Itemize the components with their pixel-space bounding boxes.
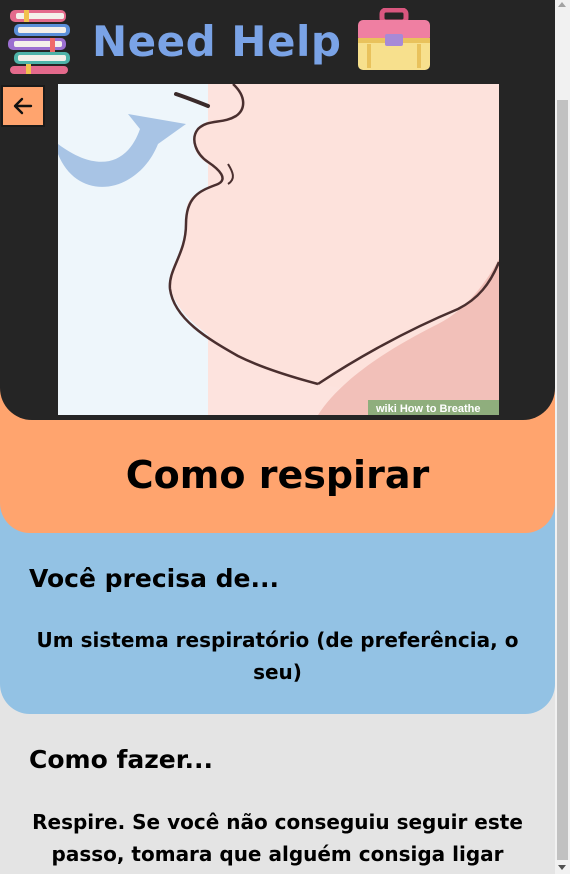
how-text: Respire. Se você não conseguiu seguir es… [32,810,523,866]
scrollbar-thumb[interactable] [557,100,568,860]
how-heading: Como fazer... [29,745,213,774]
scroll-up-icon[interactable] [558,2,566,7]
needs-heading: Você precisa de... [29,564,279,593]
vertical-scrollbar[interactable] [555,0,570,874]
watermark-text: wiki How to Breathe [375,403,481,415]
page-title: Como respirar [125,453,430,497]
arrow-left-icon [13,97,33,115]
needs-text: Um sistema respiratório (de preferência,… [36,628,519,684]
how-section: Como fazer... Respire. Se você não conse… [0,714,555,874]
stacked-books-icon [8,10,70,74]
scroll-down-icon[interactable] [558,865,566,870]
toolbox-icon [358,8,431,70]
app-title: Need Help [92,16,342,66]
brand: Need Help [6,4,433,78]
breathing-illustration: wiki How to Breathe [58,84,499,415]
face-profile-image: wiki How to Breathe [58,84,499,415]
app-header: Need Help wiki How to Breathe [0,0,555,420]
page: Need Help wiki How to Breathe Como respi… [0,0,570,874]
back-button[interactable] [1,85,45,127]
